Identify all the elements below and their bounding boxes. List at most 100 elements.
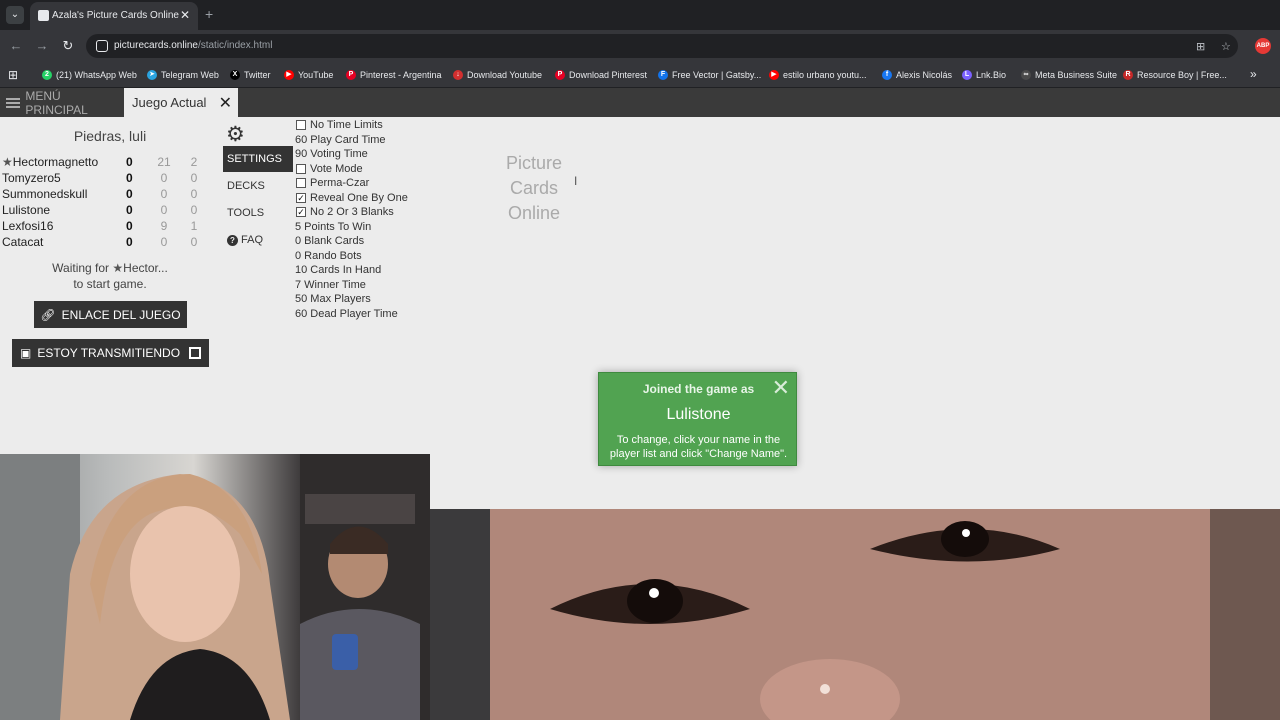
- bookmark-item[interactable]: f Alexis Nicolás: [882, 67, 952, 83]
- hamburger-icon: [6, 96, 21, 110]
- player-score: 0: [126, 155, 133, 169]
- close-icon[interactable]: ✕: [219, 93, 232, 113]
- bookmark-item[interactable]: P Download Pinterest: [555, 67, 647, 83]
- bookmark-item[interactable]: R Resource Boy | Free...: [1123, 67, 1227, 83]
- setting-label: 7 Winner Time: [295, 278, 366, 291]
- player-name[interactable]: ★Hectormagnetto: [2, 155, 98, 169]
- checkbox-unchecked[interactable]: [296, 178, 306, 189]
- setting-label: Reveal One By One: [310, 191, 408, 204]
- bookmark-label: Lnk.Bio: [976, 70, 1007, 80]
- player-stat-a: 0: [160, 235, 168, 249]
- bookmark-item[interactable]: ▶ YouTube: [284, 67, 333, 83]
- tab-tools[interactable]: TOOLS: [223, 200, 293, 226]
- setting-row[interactable]: 5 Points To Win: [295, 220, 495, 235]
- toast-heading: Joined the game as: [642, 382, 755, 396]
- player-name[interactable]: Summonedskull: [2, 187, 87, 201]
- site-info-icon[interactable]: [96, 40, 108, 52]
- bookmark-label: (21) WhatsApp Web: [56, 70, 137, 80]
- bookmark-item[interactable]: L Lnk.Bio: [962, 67, 1006, 83]
- whatsapp-icon: 2: [42, 70, 52, 80]
- player-score: 0: [126, 171, 133, 185]
- player-row[interactable]: Lexfosi16 0 9 1: [2, 218, 212, 234]
- player-name-text: Lulistone: [2, 203, 51, 217]
- pinterest-icon: P: [346, 70, 356, 80]
- player-name[interactable]: Lexfosi16: [2, 219, 53, 233]
- setting-row[interactable]: 10 Cards In Hand: [295, 263, 495, 278]
- setting-row[interactable]: No Time Limits: [295, 118, 495, 133]
- main-menu-button[interactable]: MENÚ PRINCIPAL: [0, 88, 122, 117]
- streaming-checkbox[interactable]: [189, 347, 201, 359]
- logo-line-1: Picture: [505, 153, 563, 173]
- player-name-text: Hectormagnetto: [12, 155, 99, 169]
- settings-list: No Time Limits 60 Play Card Time 90 Voting…: [295, 118, 495, 321]
- bookmark-item[interactable]: ∞ Meta Business Suite: [1021, 67, 1117, 83]
- setting-row[interactable]: 7 Winner Time: [295, 278, 495, 293]
- game-link-button[interactable]: 🔗︎ ENLACE DEL JUEGO: [34, 301, 187, 328]
- setting-row[interactable]: 0 Blank Cards: [295, 234, 495, 249]
- player-stat-a: 0: [160, 171, 168, 185]
- back-icon[interactable]: ←: [8, 38, 24, 53]
- player-row[interactable]: Tomyzero5 0 0 0: [2, 170, 212, 186]
- bookmark-label: Telegram Web: [161, 70, 219, 80]
- bookmark-item[interactable]: ▶ estilo urbano youtu...: [769, 67, 867, 83]
- translate-icon[interactable]: ⊞: [1196, 40, 1205, 53]
- bookmark-item[interactable]: ↓ Download Youtube: [453, 67, 542, 83]
- player-row[interactable]: Catacat 0 0 0: [2, 234, 212, 250]
- bookmark-item[interactable]: P Pinterest - Argentina: [346, 67, 442, 83]
- bookmarks-overflow-icon[interactable]: »: [1250, 67, 1257, 81]
- tab-close-icon[interactable]: ✕: [180, 8, 190, 22]
- bookmark-item[interactable]: F Free Vector | Gatsby...: [658, 67, 761, 83]
- player-name[interactable]: Lulistone: [2, 203, 50, 217]
- checkbox-unchecked[interactable]: [296, 120, 306, 131]
- adblock-extension-icon[interactable]: ABP: [1255, 38, 1271, 54]
- setting-label: 10 Cards In Hand: [295, 264, 382, 277]
- setting-row[interactable]: Perma-Czar: [295, 176, 495, 191]
- setting-row[interactable]: 60 Dead Player Time: [295, 307, 495, 322]
- forward-icon[interactable]: →: [34, 38, 50, 53]
- bookmark-star-icon[interactable]: ☆: [1221, 40, 1231, 53]
- setting-row[interactable]: 60 Play Card Time: [295, 133, 495, 148]
- bookmark-label: Free Vector | Gatsby...: [672, 70, 762, 80]
- bookmark-item[interactable]: X Twitter: [230, 67, 271, 83]
- tab-faq[interactable]: ? FAQ: [223, 227, 293, 253]
- setting-row[interactable]: ✓ No 2 Or 3 Blanks: [295, 205, 495, 220]
- bookmark-label: Pinterest - Argentina: [360, 70, 442, 80]
- tab-settings[interactable]: SETTINGS: [223, 146, 293, 172]
- checkbox-checked[interactable]: ✓: [296, 207, 306, 218]
- browser-tab[interactable]: Azala's Picture Cards Online ✕: [30, 2, 198, 30]
- joined-toast[interactable]: Joined the game as ✕ Lulistone To change…: [598, 372, 797, 466]
- bookmark-item[interactable]: 2 (21) WhatsApp Web: [42, 67, 137, 83]
- checkbox-unchecked[interactable]: [296, 163, 306, 174]
- new-tab-icon[interactable]: +: [205, 6, 213, 22]
- player-row[interactable]: ★Hectormagnetto 0 21 2: [2, 154, 212, 170]
- apps-grid-icon[interactable]: ⊞: [8, 68, 18, 82]
- player-stat-a: 0: [160, 203, 168, 217]
- setting-row[interactable]: Vote Mode: [295, 162, 495, 177]
- setting-row[interactable]: 50 Max Players: [295, 292, 495, 307]
- gear-icon[interactable]: ⚙: [226, 122, 245, 147]
- main-menu-label: MENÚ PRINCIPAL: [25, 88, 88, 117]
- toast-close-icon[interactable]: ✕: [772, 375, 790, 401]
- player-name[interactable]: Tomyzero5: [2, 171, 61, 185]
- streaming-toggle-button[interactable]: ▣ ESTOY TRANSMITIENDO: [12, 339, 209, 367]
- address-bar[interactable]: picturecards.online/static/index.html ⊞ …: [86, 34, 1238, 58]
- checkbox-checked[interactable]: ✓: [296, 192, 306, 203]
- setting-label: 50 Max Players: [295, 293, 371, 306]
- player-row[interactable]: Lulistone 0 0 0: [2, 202, 212, 218]
- tab-current-game[interactable]: Juego Actual ✕: [124, 88, 238, 117]
- setting-row[interactable]: 90 Voting Time: [295, 147, 495, 162]
- reload-icon[interactable]: ↻: [60, 38, 76, 54]
- lnkbio-icon: L: [962, 70, 972, 80]
- pinterest-icon: P: [555, 70, 565, 80]
- waiting-suffix: to start game.: [73, 277, 147, 291]
- bookmark-item[interactable]: ➤ Telegram Web: [147, 67, 219, 83]
- url-text[interactable]: picturecards.online/static/index.html: [114, 40, 272, 51]
- tab-decks[interactable]: DECKS: [223, 173, 293, 199]
- setting-row[interactable]: 0 Rando Bots: [295, 249, 495, 264]
- player-name[interactable]: Catacat: [2, 235, 43, 249]
- player-row[interactable]: Summonedskull 0 0 0: [2, 186, 212, 202]
- setting-row[interactable]: ✓ Reveal One By One: [295, 191, 495, 206]
- tab-search-icon[interactable]: ⌄: [6, 6, 24, 24]
- browser-toolbar: ← → ↻ picturecards.online/static/index.h…: [0, 30, 1280, 62]
- settings-side-menu: SETTINGS DECKS TOOLS ? FAQ: [223, 146, 293, 254]
